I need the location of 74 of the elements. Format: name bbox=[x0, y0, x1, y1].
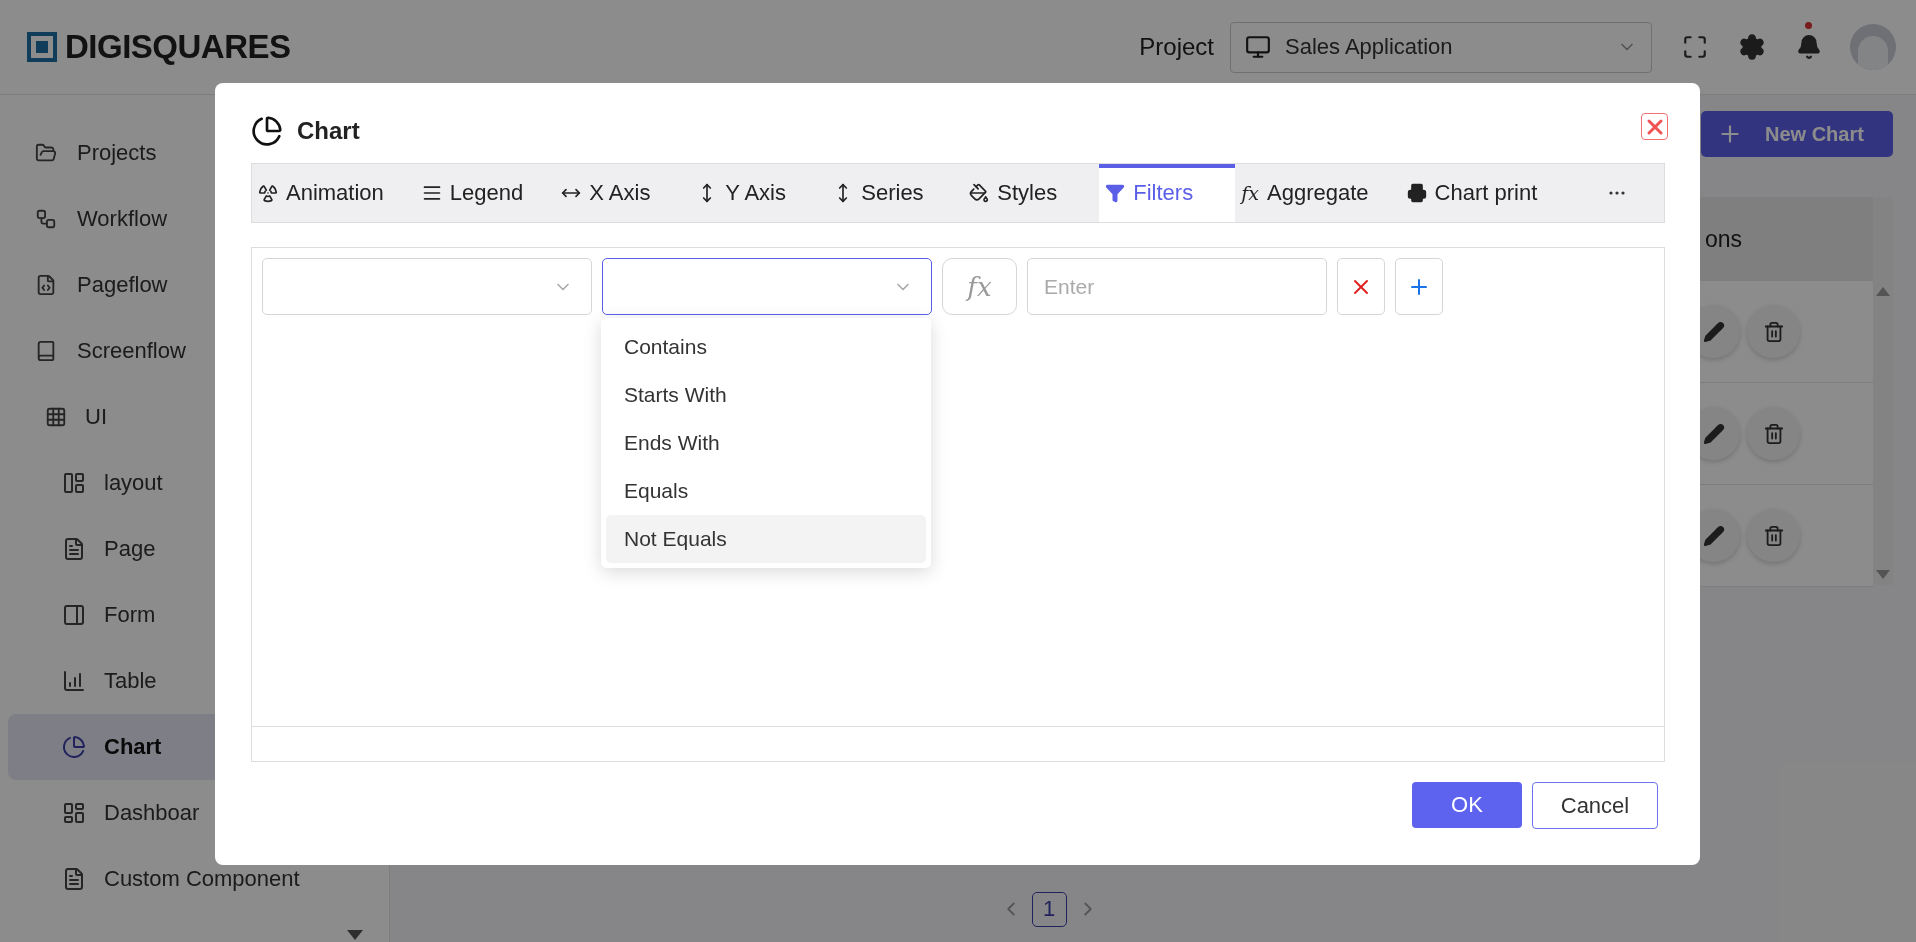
pencil-icon bbox=[1702, 524, 1725, 547]
close-button[interactable] bbox=[1641, 113, 1668, 140]
field-select[interactable] bbox=[262, 258, 592, 315]
new-chart-button[interactable]: New Chart bbox=[1701, 111, 1893, 157]
folder-icon bbox=[35, 142, 57, 164]
settings-icon[interactable] bbox=[1738, 33, 1766, 61]
tab[interactable]: Legend bbox=[415, 164, 556, 222]
add-button[interactable] bbox=[1395, 258, 1443, 315]
operator-select[interactable] bbox=[602, 258, 932, 315]
column-header: ons bbox=[1705, 225, 1744, 253]
tab[interactable]: Styles bbox=[963, 164, 1100, 222]
book-icon bbox=[35, 340, 57, 362]
flow-icon bbox=[35, 208, 57, 230]
sidebar-item[interactable]: Page bbox=[8, 516, 369, 582]
dashboard-icon bbox=[62, 801, 86, 825]
pencil-icon bbox=[1702, 320, 1725, 343]
document-icon bbox=[62, 867, 86, 891]
cancel-button[interactable]: Cancel bbox=[1532, 782, 1658, 829]
trash-icon bbox=[1762, 320, 1785, 343]
sidebar-item[interactable]: Dashboar bbox=[8, 780, 369, 846]
ok-button[interactable]: OK bbox=[1412, 782, 1522, 828]
trash-icon bbox=[1762, 422, 1785, 445]
sidebar-item[interactable]: Table bbox=[8, 648, 369, 714]
formula-button[interactable]: fx bbox=[942, 258, 1017, 315]
paint-bucket-icon bbox=[969, 183, 990, 203]
pie-chart-icon bbox=[251, 115, 283, 147]
sidebar-item[interactable]: Custom Component bbox=[8, 846, 369, 912]
document-icon bbox=[62, 537, 86, 561]
remove-button[interactable] bbox=[1337, 258, 1385, 315]
monitor-icon bbox=[1245, 34, 1271, 60]
grid-icon bbox=[45, 406, 67, 428]
filter-icon bbox=[1105, 183, 1126, 203]
layout-icon bbox=[62, 471, 86, 495]
dropdown-option[interactable]: Equals bbox=[606, 467, 926, 515]
logo-text: DIGISQUARES bbox=[65, 28, 291, 66]
value-input[interactable]: Enter bbox=[1027, 258, 1327, 315]
trash-icon bbox=[1762, 524, 1785, 547]
delete-button[interactable] bbox=[1747, 407, 1800, 460]
form-icon bbox=[62, 603, 86, 627]
dropdown-option[interactable]: Ends With bbox=[606, 419, 926, 467]
page-number[interactable]: 1 bbox=[1031, 891, 1067, 927]
radiation-icon bbox=[258, 183, 278, 203]
dialog-title: Chart bbox=[297, 117, 360, 145]
tab[interactable]: X Axis bbox=[555, 164, 692, 222]
logo-icon bbox=[27, 32, 57, 62]
project-label: Project bbox=[1139, 33, 1214, 61]
scroll-down-icon[interactable] bbox=[347, 930, 363, 940]
sidebar-item[interactable]: layout bbox=[8, 450, 369, 516]
chart-icon bbox=[62, 669, 86, 693]
tab[interactable]: Filters bbox=[1099, 164, 1236, 222]
dropdown-option[interactable]: Starts With bbox=[606, 371, 926, 419]
sidebar-item[interactable]: Form bbox=[8, 582, 369, 648]
notification-icon[interactable] bbox=[1796, 34, 1822, 60]
delete-button[interactable] bbox=[1747, 509, 1800, 562]
sidebar-item[interactable]: Pageflow bbox=[8, 252, 369, 318]
tab[interactable]: Animation bbox=[252, 164, 416, 222]
delete-button[interactable] bbox=[1747, 305, 1800, 358]
lines-icon bbox=[421, 183, 442, 203]
sidebar-item[interactable]: UI bbox=[8, 384, 369, 450]
document-icon bbox=[35, 274, 57, 296]
dropdown-option[interactable]: Contains bbox=[606, 323, 926, 371]
dropdown-option[interactable]: Not Equals bbox=[606, 515, 926, 563]
pencil-icon bbox=[1702, 422, 1725, 445]
printer-icon bbox=[1406, 183, 1427, 203]
tab[interactable]: Series bbox=[827, 164, 964, 222]
more-icon bbox=[1608, 191, 1625, 195]
tab[interactable]: Y Axis bbox=[691, 164, 828, 222]
tab[interactable]: fx Aggregate bbox=[1235, 164, 1401, 222]
fullscreen-icon[interactable] bbox=[1682, 34, 1708, 60]
pie-chart-icon bbox=[62, 735, 86, 759]
project-select[interactable]: Sales Application bbox=[1230, 21, 1652, 73]
notification-dot bbox=[1805, 22, 1812, 29]
tab[interactable]: Chart print bbox=[1400, 164, 1570, 222]
sidebar-item[interactable]: Screenflow bbox=[8, 318, 369, 384]
